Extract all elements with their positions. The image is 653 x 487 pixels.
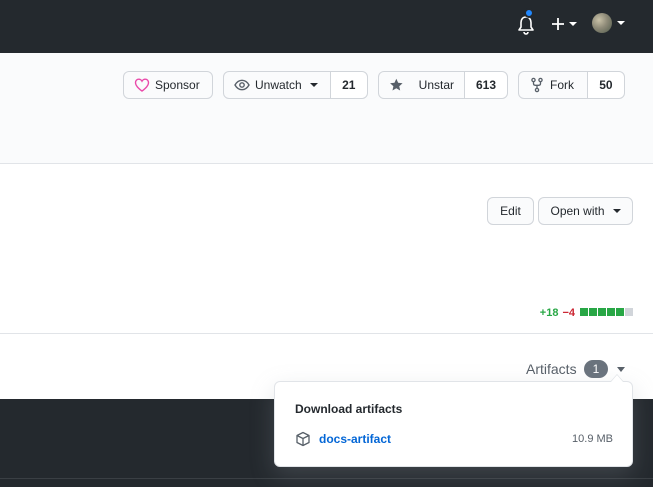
artifact-size: 10.9 MB	[572, 433, 613, 445]
diffstat-block	[607, 308, 615, 316]
diffstat-block	[580, 308, 588, 316]
chevron-down-icon	[612, 209, 621, 213]
diffstat-block	[589, 308, 597, 316]
eye-icon	[234, 79, 250, 91]
heart-icon	[134, 78, 150, 92]
chevron-down-icon	[617, 21, 625, 25]
artifacts-count-badge: 1	[584, 360, 608, 378]
repo-header: Sponsor Unwatch 21 Unstar 613 Fork 50	[0, 53, 653, 164]
top-header	[0, 0, 653, 53]
create-new-dropdown[interactable]	[548, 12, 578, 36]
edit-label: Edit	[500, 204, 521, 218]
package-icon	[296, 431, 310, 447]
artifacts-popover: Download artifacts docs-artifact 10.9 MB	[274, 374, 633, 467]
sponsor-button[interactable]: Sponsor	[123, 71, 213, 99]
diffstat-block	[616, 308, 624, 316]
diffstat-blocks	[579, 307, 633, 319]
file-header: Edit Open with +18 −4	[0, 164, 653, 334]
plus-icon	[552, 18, 564, 30]
diffstat-additions: +18	[539, 307, 559, 319]
sponsor-label: Sponsor	[155, 78, 200, 92]
open-with-button[interactable]: Open with	[538, 197, 633, 225]
watchers-count[interactable]: 21	[329, 72, 367, 98]
edit-button[interactable]: Edit	[487, 197, 534, 225]
popover-title: Download artifacts	[295, 402, 403, 416]
artifact-item[interactable]: docs-artifact 10.9 MB	[295, 430, 613, 448]
stargazers-count[interactable]: 613	[464, 72, 507, 98]
avatar	[592, 13, 612, 33]
chevron-down-icon[interactable]	[617, 367, 625, 372]
artifacts-toggle[interactable]: Artifacts	[526, 361, 577, 377]
open-with-label: Open with	[550, 204, 605, 218]
diffstat-deletions: −4	[562, 307, 575, 319]
divider	[0, 478, 653, 479]
chevron-down-icon	[569, 22, 577, 26]
star-icon	[390, 78, 403, 91]
user-menu[interactable]	[592, 12, 628, 36]
fork-button[interactable]: Fork 50	[518, 71, 625, 99]
star-label: Unstar	[418, 78, 454, 92]
forks-count[interactable]: 50	[586, 72, 624, 98]
star-button[interactable]: Unstar 613	[378, 71, 508, 99]
watch-label: Unwatch	[255, 78, 302, 92]
fork-label: Fork	[550, 78, 574, 92]
notification-indicator	[524, 8, 534, 18]
fork-icon	[531, 77, 543, 93]
diffstat-block	[598, 308, 606, 316]
diffstat: +18 −4	[540, 307, 633, 319]
watch-button[interactable]: Unwatch 21	[223, 71, 368, 99]
chevron-down-icon	[309, 83, 318, 87]
artifact-link[interactable]: docs-artifact	[319, 432, 391, 446]
diffstat-block	[625, 308, 633, 316]
